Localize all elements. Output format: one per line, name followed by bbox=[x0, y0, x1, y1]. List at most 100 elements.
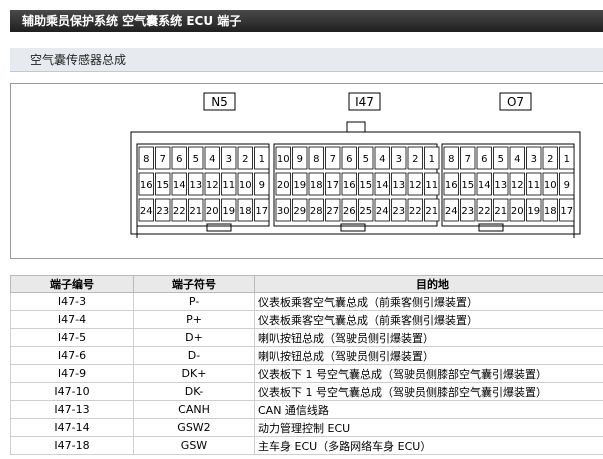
pin-number-left: 14 bbox=[173, 180, 186, 191]
table-row: I47-4 P+ 仪表板乘客空气囊总成（前乘客侧引爆装置） bbox=[10, 310, 603, 329]
pin-number-left: 6 bbox=[176, 154, 182, 165]
table-row: I47-13 CANH CAN 通信线路 bbox=[10, 400, 603, 419]
pin-number-center: 14 bbox=[376, 180, 389, 191]
terminal-destination: 喇叭按钮总成（驾驶员侧引爆装置） bbox=[254, 346, 603, 365]
pin-number-right: 21 bbox=[494, 206, 507, 217]
pin-number-right: 18 bbox=[544, 206, 557, 217]
pin-number-left: 24 bbox=[140, 206, 153, 217]
pin-number-right: 6 bbox=[481, 154, 487, 165]
pin-number-left: 7 bbox=[160, 154, 166, 165]
pin-number-right: 5 bbox=[498, 154, 504, 165]
pin-number-center: 5 bbox=[363, 154, 369, 165]
pin-number-right: 22 bbox=[478, 206, 491, 217]
terminal-destination: CAN 通信线路 bbox=[254, 400, 603, 419]
pin-number-left: 21 bbox=[189, 206, 202, 217]
terminal-symbol: GSW bbox=[133, 436, 255, 455]
terminal-symbol: D+ bbox=[133, 328, 255, 347]
pin-number-right: 11 bbox=[527, 180, 540, 191]
terminal-no: I47-5 bbox=[10, 328, 134, 347]
pin-number-center: 1 bbox=[429, 154, 435, 165]
pin-number-center: 27 bbox=[326, 206, 339, 217]
terminal-symbol: DK+ bbox=[133, 364, 255, 383]
terminal-destination: 仪表板下 1 号空气囊总成（驾驶员侧膝部空气囊引爆装置） bbox=[254, 382, 603, 401]
col-header-destination: 目的地 bbox=[254, 275, 603, 293]
pin-number-center: 30 bbox=[277, 206, 290, 217]
key-1 bbox=[206, 223, 232, 232]
pin-number-center: 6 bbox=[346, 154, 352, 165]
key-2 bbox=[340, 223, 366, 232]
terminal-symbol: D- bbox=[133, 346, 255, 365]
terminal-symbol: P+ bbox=[133, 310, 255, 329]
pin-number-right: 2 bbox=[547, 154, 553, 165]
terminal-destination: 主车身 ECU（多路网络车身 ECU） bbox=[254, 436, 603, 455]
terminal-no: I47-13 bbox=[10, 400, 134, 419]
pin-number-right: 23 bbox=[461, 206, 474, 217]
table-row: I47-14 GSW2 动力管理控制 ECU bbox=[10, 418, 603, 437]
pin-number-left: 15 bbox=[156, 180, 169, 191]
pin-number-right: 7 bbox=[465, 154, 471, 165]
pin-number-left: 9 bbox=[259, 180, 265, 191]
pin-number-left: 8 bbox=[143, 154, 149, 165]
pin-number-left: 1 bbox=[259, 154, 265, 165]
terminal-symbol: DK- bbox=[133, 382, 255, 401]
pin-numbers: 8 7 6 5 4 3 2 116 15 14 13 12 11 10 924 23 22 21 20 19 18 171… bbox=[138, 146, 575, 222]
terminal-symbol: CANH bbox=[133, 400, 255, 419]
pin-number-left: 11 bbox=[222, 180, 235, 191]
pin-number-center: 4 bbox=[379, 154, 385, 165]
pin-number-left: 17 bbox=[255, 206, 268, 217]
pin-number-right: 15 bbox=[461, 180, 474, 191]
pin-number-center: 3 bbox=[396, 154, 402, 165]
table-row: I47-18 GSW 主车身 ECU（多路网络车身 ECU） bbox=[10, 436, 603, 455]
pin-number-center: 21 bbox=[425, 206, 438, 217]
pin-number-right: 9 bbox=[564, 180, 570, 191]
pin-number-center: 16 bbox=[343, 180, 356, 191]
pin-number-left: 16 bbox=[140, 180, 153, 191]
pin-number-right: 17 bbox=[560, 206, 573, 217]
page-title-bar: 辅助乘员保护系统 空气囊系统 ECU 端子 bbox=[10, 10, 603, 32]
connector-label-i47: I47 bbox=[355, 95, 374, 109]
connector-labels: N5 I47 O7 bbox=[203, 92, 532, 111]
pin-number-right: 10 bbox=[544, 180, 557, 191]
col-header-terminal-no: 端子编号 bbox=[10, 275, 134, 293]
terminal-symbol: P- bbox=[133, 292, 255, 311]
table-row: I47-10 DK- 仪表板下 1 号空气囊总成（驾驶员侧膝部空气囊引爆装置） bbox=[10, 382, 603, 401]
pin-number-center: 28 bbox=[310, 206, 323, 217]
terminal-no: I47-14 bbox=[10, 418, 134, 437]
pin-number-right: 8 bbox=[448, 154, 454, 165]
terminal-symbol: GSW2 bbox=[133, 418, 255, 437]
table-row: I47-3 P- 仪表板乘客空气囊总成（前乘客侧引爆装置） bbox=[10, 292, 603, 311]
pin-number-center: 17 bbox=[326, 180, 339, 191]
pin-number-right: 16 bbox=[445, 180, 458, 191]
pin-number-left: 18 bbox=[239, 206, 252, 217]
connector-label-o7: O7 bbox=[507, 95, 524, 109]
section-header: 空气囊传感器总成 bbox=[10, 48, 603, 72]
pin-number-left: 20 bbox=[206, 206, 219, 217]
terminal-no: I47-9 bbox=[10, 364, 134, 383]
pin-number-left: 10 bbox=[239, 180, 252, 191]
pin-number-right: 24 bbox=[445, 206, 458, 217]
pin-number-center: 18 bbox=[310, 180, 323, 191]
terminal-no: I47-6 bbox=[10, 346, 134, 365]
pin-number-center: 8 bbox=[313, 154, 319, 165]
pin-number-right: 12 bbox=[511, 180, 524, 191]
pin-number-center: 26 bbox=[343, 206, 356, 217]
pin-number-center: 25 bbox=[359, 206, 372, 217]
terminal-destination: 仪表板下 1 号空气囊总成（驾驶员侧膝部空气囊引爆装置） bbox=[254, 364, 603, 383]
pin-number-center: 20 bbox=[277, 180, 290, 191]
connector-label-n5: N5 bbox=[211, 95, 228, 109]
terminal-no: I47-4 bbox=[10, 310, 134, 329]
section-title: 空气囊传感器总成 bbox=[30, 53, 127, 67]
pin-number-center: 13 bbox=[392, 180, 405, 191]
pin-number-left: 2 bbox=[242, 154, 248, 165]
pin-number-left: 23 bbox=[156, 206, 169, 217]
pin-number-left: 4 bbox=[209, 154, 215, 165]
terminal-destination: 动力管理控制 ECU bbox=[254, 418, 603, 437]
pin-number-left: 12 bbox=[206, 180, 219, 191]
terminal-table: 端子编号 端子符号 目的地 I47-3 P- 仪表板乘客空气囊总成（前乘客侧引爆… bbox=[10, 275, 603, 455]
pin-number-center: 24 bbox=[376, 206, 389, 217]
pin-number-right: 20 bbox=[511, 206, 524, 217]
pin-number-right: 4 bbox=[514, 154, 520, 165]
pin-number-right: 1 bbox=[564, 154, 570, 165]
pin-number-center: 7 bbox=[330, 154, 336, 165]
pin-number-right: 19 bbox=[527, 206, 540, 217]
